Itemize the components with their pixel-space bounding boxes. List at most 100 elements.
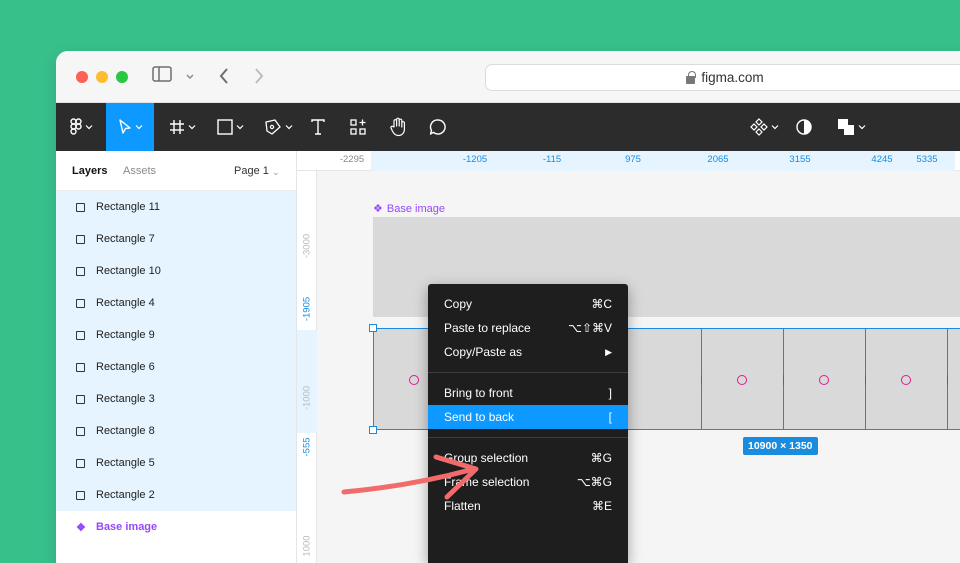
frame-tool-button[interactable] — [160, 103, 204, 151]
layer-item[interactable]: Rectangle 3 — [56, 383, 296, 415]
menu-item-label: Flatten — [444, 499, 481, 513]
layer-item[interactable]: Rectangle 4 — [56, 287, 296, 319]
tab-assets[interactable]: Assets — [123, 165, 156, 177]
figma-logo-icon — [69, 118, 82, 135]
rectangle-icon — [76, 330, 85, 340]
chevron-down-icon — [285, 125, 292, 130]
center-point-icon — [819, 375, 829, 385]
contrast-button[interactable] — [790, 103, 818, 151]
address-bar[interactable]: figma.com — [485, 64, 960, 91]
url-text: figma.com — [701, 70, 764, 85]
menu-item-label: Bring to front — [444, 386, 513, 400]
frame-icon — [169, 120, 184, 134]
menu-item-shortcut: ] — [608, 386, 612, 400]
page-selector[interactable]: Page 1 — [234, 165, 269, 177]
rectangle-icon — [76, 394, 85, 404]
maximize-window-button[interactable] — [116, 71, 128, 83]
menu-item-shortcut: ⌘C — [591, 297, 612, 311]
menu-item-bring-to-front[interactable]: Bring to front] — [428, 381, 628, 405]
menu-item-frame-selection[interactable]: Frame selection ⌥⌘G — [428, 470, 628, 494]
shape-tool-button[interactable] — [208, 103, 252, 151]
menu-item-label: Send to back — [444, 410, 515, 424]
resources-tool-button[interactable] — [344, 103, 372, 151]
comment-icon — [429, 119, 446, 135]
resources-icon — [350, 119, 366, 135]
frame-label[interactable]: ❖ Base image — [373, 202, 445, 216]
sidebar-toggle-icon[interactable] — [152, 66, 174, 88]
layer-label: Rectangle 5 — [96, 457, 155, 469]
rectangle-icon — [76, 426, 85, 436]
menu-item-send-to-back[interactable]: Send to back [ — [428, 405, 628, 429]
layer-item[interactable]: Rectangle 11 — [56, 191, 296, 223]
layer-item[interactable]: Rectangle 8 — [56, 415, 296, 447]
layer-label: Rectangle 6 — [96, 361, 155, 373]
layer-item-base-image[interactable]: ❖ Base image — [56, 511, 296, 543]
menu-item-copy-paste-as[interactable]: Copy/Paste as ▶ — [428, 340, 628, 364]
lock-icon — [686, 70, 696, 84]
ruler-tick: -3000 — [301, 233, 313, 259]
forward-arrow-icon[interactable] — [253, 67, 265, 91]
ruler-tick: -115 — [542, 154, 562, 165]
layer-label: Rectangle 3 — [96, 393, 155, 405]
menu-item-group-selection[interactable]: Group selection ⌘G — [428, 446, 628, 470]
layer-label: Base image — [96, 521, 158, 533]
menu-item-label: Copy — [444, 297, 473, 311]
rectangle-icon — [76, 266, 85, 276]
layer-item[interactable]: Rectangle 10 — [56, 255, 296, 287]
chevron-down-icon — [135, 125, 142, 130]
pen-tool-button[interactable] — [256, 103, 300, 151]
menu-item-label: Group selection — [444, 451, 529, 465]
comment-tool-button[interactable] — [424, 103, 452, 151]
ruler-selection-highlight — [371, 151, 955, 171]
rectangle-icon — [76, 458, 85, 468]
back-arrow-icon[interactable] — [218, 67, 230, 91]
resize-handle[interactable] — [369, 324, 377, 332]
chevron-down-icon[interactable]: ⌄ — [272, 167, 280, 178]
canvas[interactable]: -2295 -1205 -115 975 2065 3155 4245 5335… — [297, 151, 960, 563]
ruler-tick: 2065 — [707, 154, 729, 165]
menu-item-label: Paste to replace — [444, 321, 531, 335]
hand-icon — [390, 117, 405, 137]
center-point-icon — [409, 375, 419, 385]
ruler-tick: -1000 — [301, 385, 313, 411]
ruler-tick: -1905 — [301, 296, 313, 322]
panel-tabs: Layers Assets Page 1 ⌄ — [56, 151, 296, 191]
layer-item[interactable]: Rectangle 6 — [56, 351, 296, 383]
layer-item[interactable]: Rectangle 7 — [56, 223, 296, 255]
layer-item[interactable]: Rectangle 5 — [56, 447, 296, 479]
rectangle-icon — [216, 119, 233, 135]
layer-label: Rectangle 7 — [96, 233, 155, 245]
layer-label: Rectangle 10 — [96, 265, 161, 277]
text-icon — [311, 119, 325, 135]
layer-item[interactable]: Rectangle 2 — [56, 479, 296, 511]
rectangle-icon — [76, 202, 85, 212]
text-tool-button[interactable] — [304, 103, 332, 151]
main-menu-button[interactable] — [60, 103, 102, 151]
layer-label: Rectangle 2 — [96, 489, 155, 501]
resize-handle[interactable] — [369, 426, 377, 434]
ruler-tick: -1205 — [462, 154, 488, 165]
minimize-window-button[interactable] — [96, 71, 108, 83]
ruler-tick: 3155 — [789, 154, 811, 165]
boolean-button[interactable] — [832, 103, 870, 151]
selection-size-badge: 10900 × 1350 — [743, 437, 818, 455]
rectangle-icon — [76, 298, 85, 308]
menu-item-paste-to-replace[interactable]: Paste to replace ⌥⇧⌘V — [428, 316, 628, 340]
menu-item-copy[interactable]: Copy ⌘C — [428, 292, 628, 316]
ruler-tick: -2295 — [339, 154, 365, 165]
move-tool-button[interactable] — [106, 103, 154, 151]
center-point-icon — [901, 375, 911, 385]
layer-item[interactable]: Rectangle 9 — [56, 319, 296, 351]
cursor-icon — [118, 119, 131, 134]
layer-label: Rectangle 8 — [96, 425, 155, 437]
rectangle-icon — [76, 490, 85, 500]
components-button[interactable] — [744, 103, 784, 151]
hand-tool-button[interactable] — [384, 103, 412, 151]
close-window-button[interactable] — [76, 71, 88, 83]
chevron-down-icon — [85, 125, 92, 130]
tab-layers[interactable]: Layers — [72, 165, 107, 177]
frame-label-text: Base image — [386, 202, 445, 215]
chevron-down-icon[interactable] — [185, 68, 195, 88]
menu-item-shortcut: ⌘G — [590, 451, 612, 465]
menu-item-flatten[interactable]: Flatten ⌘E — [428, 494, 628, 518]
